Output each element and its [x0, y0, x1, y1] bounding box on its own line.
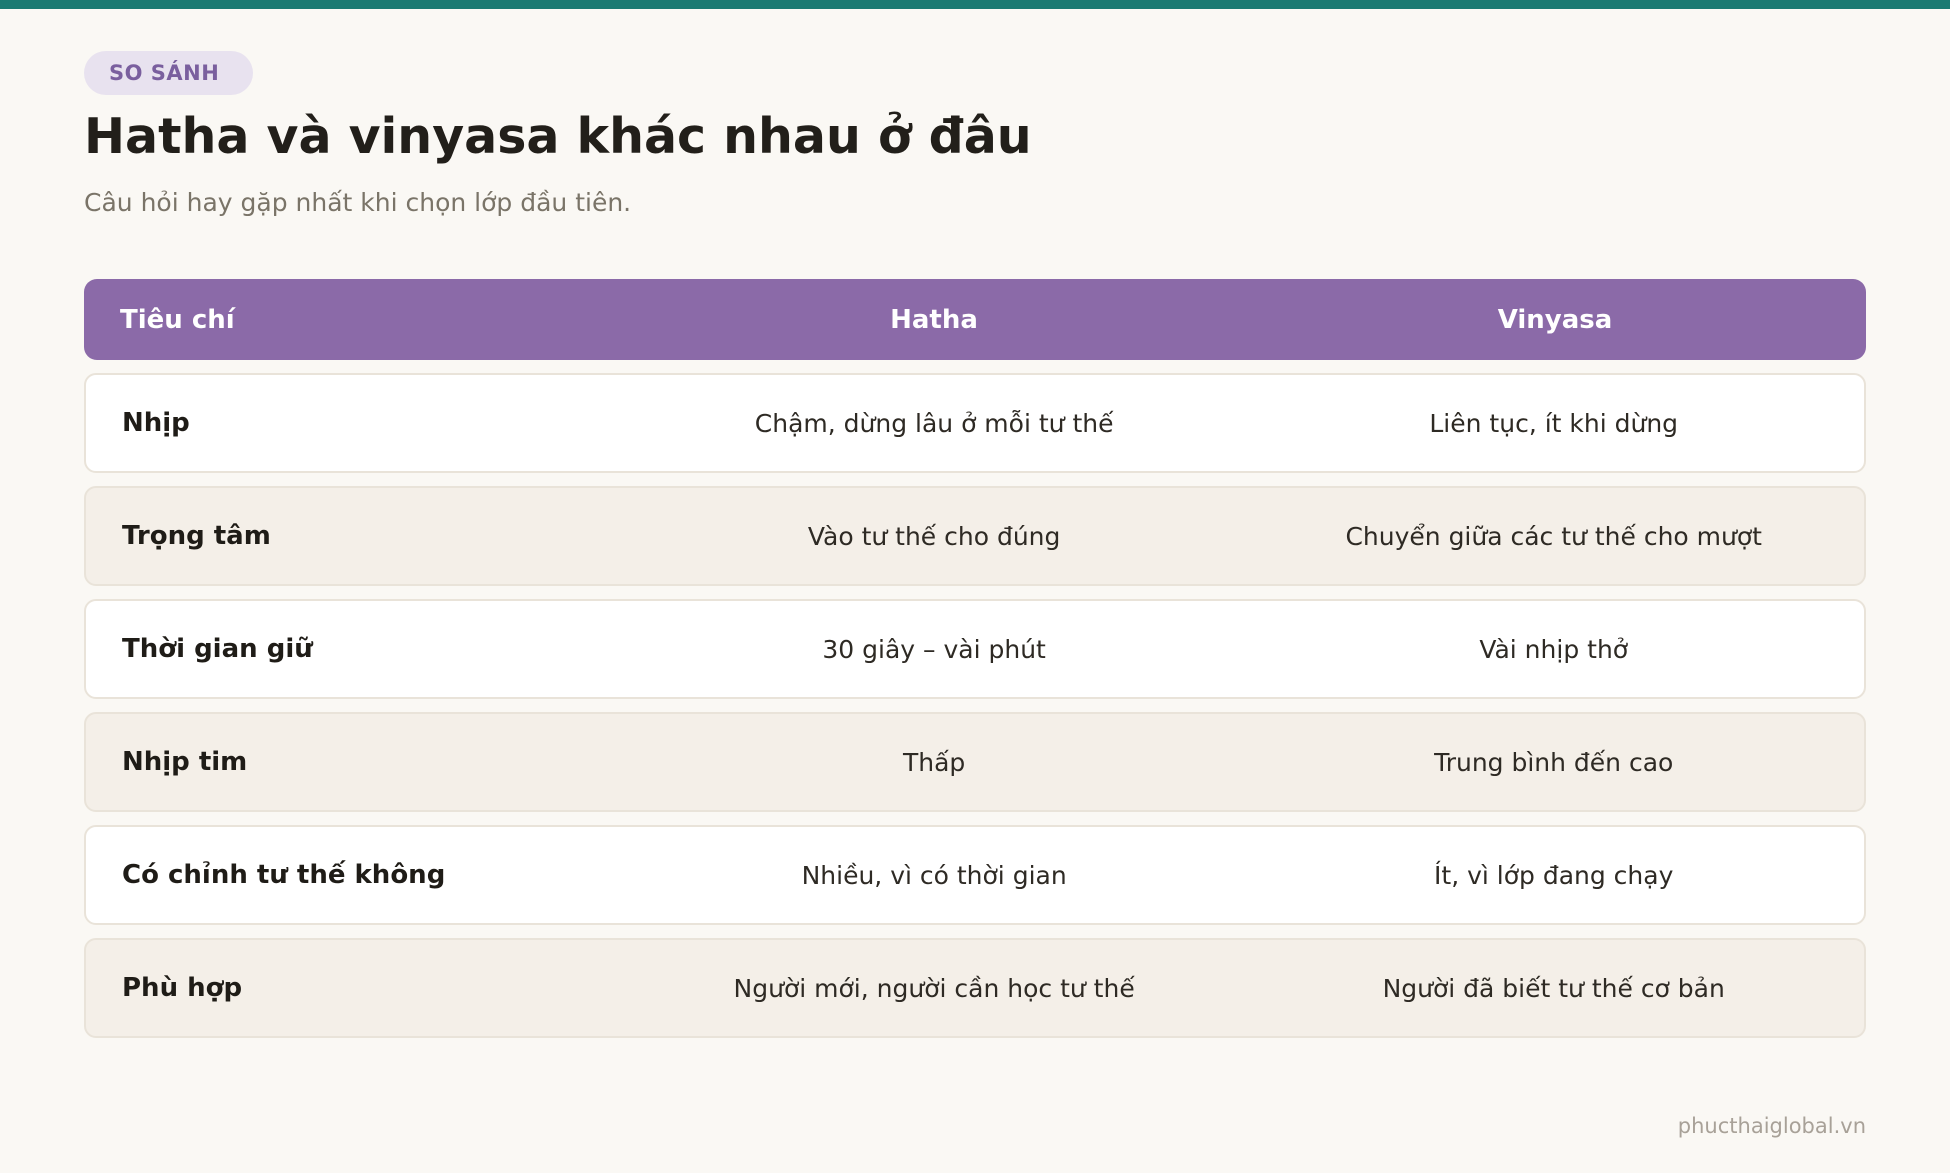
header-criteria: Tiêu chí [120, 304, 235, 335]
row-hatha-value: Nhiều, vì có thời gian [801, 860, 1067, 890]
row-vinyasa-value: Chuyển giữa các tư thế cho mượt [1345, 521, 1762, 551]
row-hatha-value: 30 giây – vài phút [822, 634, 1046, 664]
row-criteria: Thời gian giữ [122, 634, 313, 664]
table-row: Phù hợp Người mới, người cần học tư thế … [84, 938, 1866, 1038]
row-hatha-value: Người mới, người cần học tư thế [733, 973, 1135, 1003]
page-title: Hatha và vinyasa khác nhau ở đâu [84, 108, 1032, 165]
row-criteria: Nhịp [122, 408, 190, 438]
comparison-table: Tiêu chí Hatha Vinyasa Nhịp Chậm, dừng l… [84, 279, 1866, 1038]
footer-domain: phucthaiglobal.vn [1677, 1114, 1866, 1138]
row-criteria: Trọng tâm [122, 521, 271, 551]
header-vinyasa: Vinyasa [1497, 304, 1613, 335]
table-row: Thời gian giữ 30 giây – vài phút Vài nhị… [84, 599, 1866, 699]
row-criteria: Nhịp tim [122, 747, 248, 777]
top-accent-bar [0, 0, 1950, 9]
row-criteria: Có chỉnh tư thế không [122, 860, 446, 890]
table-row: Nhịp Chậm, dừng lâu ở mỗi tư thế Liên tụ… [84, 373, 1866, 473]
row-hatha-value: Thấp [902, 747, 966, 777]
page-subtitle: Câu hỏi hay gặp nhất khi chọn lớp đầu ti… [84, 188, 632, 217]
table-row: Nhịp tim Thấp Trung bình đến cao [84, 712, 1866, 812]
table-header-row: Tiêu chí Hatha Vinyasa [84, 279, 1866, 360]
row-hatha-value: Vào tư thế cho đúng [807, 521, 1061, 551]
table-row: Trọng tâm Vào tư thế cho đúng Chuyển giữ… [84, 486, 1866, 586]
row-vinyasa-value: Liên tục, ít khi dừng [1429, 408, 1679, 438]
header-hatha: Hatha [890, 304, 978, 335]
row-vinyasa-value: Trung bình đến cao [1434, 747, 1674, 777]
section-badge: SO SÁNH [84, 51, 254, 95]
table-row: Có chỉnh tư thế không Nhiều, vì có thời … [84, 825, 1866, 925]
row-vinyasa-value: Người đã biết tư thế cơ bản [1382, 973, 1725, 1003]
row-hatha-value: Chậm, dừng lâu ở mỗi tư thế [754, 408, 1114, 438]
row-vinyasa-value: Ít, vì lớp đang chạy [1434, 860, 1674, 890]
row-vinyasa-value: Vài nhịp thở [1479, 634, 1629, 664]
row-criteria: Phù hợp [122, 973, 243, 1003]
